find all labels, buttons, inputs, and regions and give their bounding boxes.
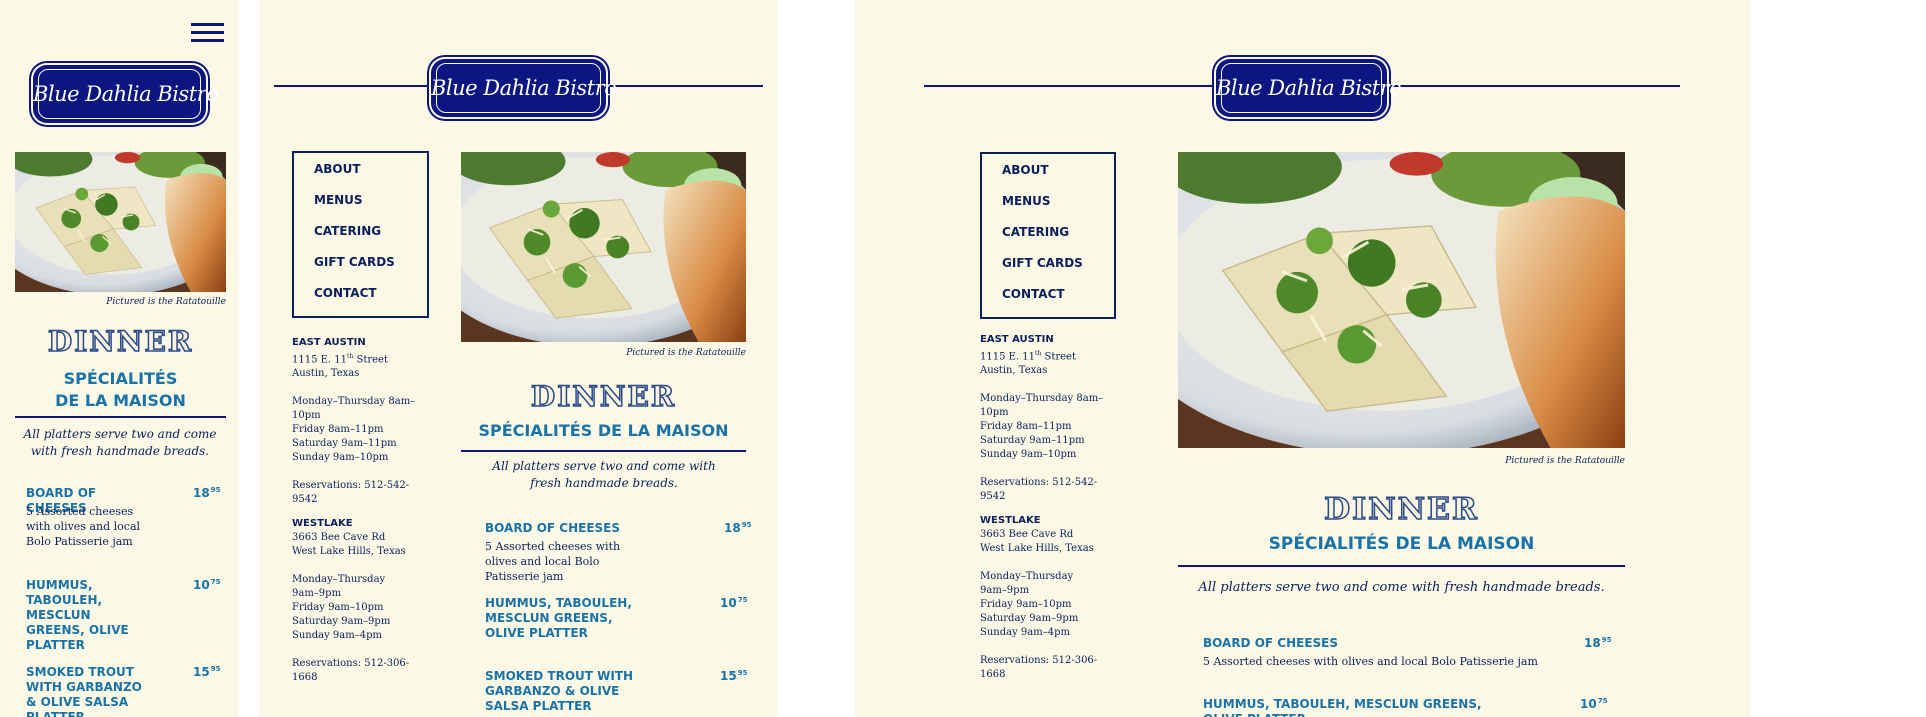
dish-photo [15, 152, 226, 292]
menu-item-price: 1595 [720, 669, 748, 683]
hours-line: Saturday 9am–11pm [980, 435, 1085, 447]
location-city: Austin, Texas [292, 368, 360, 380]
brand-logo[interactable]: Blue Dahlia Bistro [431, 59, 617, 117]
nav-gift-cards[interactable]: GIFT CARDS [1002, 256, 1114, 287]
dish-photo [461, 152, 746, 342]
menu-item-price: 1075 [1580, 697, 1608, 711]
divider [461, 450, 746, 452]
nav-gift-cards[interactable]: GIFT CARDS [314, 255, 427, 286]
menu-item-name: HUMMUS, TABOULEH, MESCLUN GREENS, OLIVE … [485, 596, 632, 640]
menu-item-desc: 5 Assorted cheeses with olives and local… [1203, 655, 1538, 668]
menu-item-price: 1595 [193, 665, 221, 679]
location-info: EAST AUSTIN 1115 E. 11th Street Austin, … [980, 333, 1120, 682]
photo-caption: Pictured is the Ratatouille [106, 297, 226, 307]
reservations: Reservations: 512-306-1668 [980, 655, 1098, 681]
menu-heading: DINNER [1323, 491, 1479, 528]
hours-line: 9am–9pm [980, 585, 1030, 597]
nav-catering[interactable]: CATERING [314, 224, 427, 255]
menu-item-desc: 5 Assorted cheeses with olives and local… [485, 540, 621, 583]
hamburger-menu-icon[interactable] [191, 23, 224, 45]
location-city: West Lake Hills, Texas [292, 546, 406, 558]
menu-item-price: 1075 [193, 578, 221, 592]
nav-about[interactable]: ABOUT [314, 162, 427, 193]
location-name: EAST AUSTIN [980, 334, 1054, 345]
hours-line: Monday–Thursday 8am–10pm [980, 393, 1104, 419]
location-city: West Lake Hills, Texas [980, 543, 1094, 555]
reservations: Reservations: 512-306-1668 [292, 658, 410, 684]
nav-catering[interactable]: CATERING [1002, 225, 1114, 256]
menu-item-price: 1895 [1584, 636, 1612, 650]
menu-item-price: 1895 [724, 521, 752, 535]
hours-line: Monday–Thursday 8am–10pm [292, 396, 416, 422]
menu-subheading: SPÉCIALITÉS DE LA MAISON [478, 421, 729, 440]
menu-item-price: 1075 [720, 596, 748, 610]
main-nav: ABOUT MENUS CATERING GIFT CARDS CONTACT [292, 151, 429, 318]
location-city: Austin, Texas [980, 365, 1048, 377]
hours-line: Friday 8am–11pm [292, 424, 384, 436]
main-nav: ABOUT MENUS CATERING GIFT CARDS CONTACT [980, 152, 1116, 319]
menu-note: All platters serve two and come with fre… [492, 459, 716, 490]
brand-logo[interactable]: Blue Dahlia Bistro [1216, 59, 1402, 117]
menu-item-desc: 5 Assorted cheeses with olives and local… [26, 505, 141, 548]
tablet-layout: Blue Dahlia Bistro ABOUT MENUS CATERING … [259, 0, 778, 717]
nav-contact[interactable]: CONTACT [1002, 287, 1114, 318]
hours-line: Sunday 9am–10pm [292, 452, 389, 464]
brand-name: Blue Dahlia Bistro [1216, 76, 1402, 100]
menu-item-name: SMOKED TROUT WITH GARBANZO & OLIVE SALSA… [26, 665, 142, 717]
hours-line: Saturday 9am–9pm [292, 616, 391, 628]
menu-item-price: 1895 [193, 486, 221, 500]
menu-subheading: SPÉCIALITÉS DE LA MAISON [55, 369, 186, 410]
location-name: WESTLAKE [980, 515, 1041, 527]
menu-item-name: BOARD OF CHEESES [485, 521, 620, 535]
brand-name: Blue Dahlia Bistro [431, 76, 617, 100]
location-street: 3663 Bee Cave Rd [980, 529, 1074, 541]
hours-line: Friday 9am–10pm [292, 602, 384, 614]
menu-note: All platters serve two and come with fre… [23, 427, 217, 458]
hours-line: 9am–9pm [292, 588, 342, 600]
divider [1178, 565, 1625, 567]
location-info: EAST AUSTIN 1115 E. 11th Street Austin, … [292, 336, 432, 685]
menu-heading: DINNER [530, 379, 677, 414]
menu-item-name: SMOKED TROUT WITH GARBANZO & OLIVE SALSA… [485, 669, 634, 713]
nav-about[interactable]: ABOUT [1002, 163, 1114, 194]
hours-line: Saturday 9am–11pm [292, 438, 397, 450]
menu-item-name: BOARD OF CHEESES [1203, 636, 1338, 650]
mobile-layout: Blue Dahlia Bistro Pictured is the Ratat… [0, 0, 239, 717]
brand-name: Blue Dahlia Bistro [33, 82, 219, 106]
hours-line: Saturday 9am–9pm [980, 613, 1079, 625]
nav-menus[interactable]: MENUS [1002, 194, 1114, 225]
brand-logo[interactable]: Blue Dahlia Bistro [33, 65, 219, 123]
location-name: EAST AUSTIN [292, 337, 366, 348]
hours-line: Monday–Thursday [292, 574, 386, 586]
menu-item-name: HUMMUS, TABOULEH, MESCLUN GREENS, OLIVE … [1203, 697, 1482, 717]
photo-caption: Pictured is the Ratatouille [626, 348, 746, 358]
location-street: 1115 E. 11th Street [980, 350, 1076, 363]
menu-note: All platters serve two and come with fre… [1198, 580, 1605, 595]
reservations: Reservations: 512-542-9542 [292, 480, 410, 506]
hours-line: Friday 8am–11pm [980, 421, 1072, 433]
location-name: WESTLAKE [292, 518, 353, 530]
location-street: 3663 Bee Cave Rd [292, 532, 386, 544]
hours-line: Monday–Thursday [980, 571, 1074, 583]
photo-caption: Pictured is the Ratatouille [1505, 456, 1625, 466]
nav-contact[interactable]: CONTACT [314, 286, 427, 317]
menu-heading: DINNER [47, 324, 194, 359]
menu-item-name: HUMMUS, TABOULEH, MESCLUN GREENS, OLIVE … [26, 578, 129, 652]
hours-line: Sunday 9am–4pm [292, 630, 382, 642]
menu-subheading: SPÉCIALITÉS DE LA MAISON [1268, 534, 1535, 554]
hours-line: Sunday 9am–4pm [980, 627, 1070, 639]
desktop-layout: Blue Dahlia Bistro ABOUT MENUS CATERING … [855, 0, 1750, 717]
hours-line: Sunday 9am–10pm [980, 449, 1077, 461]
location-street: 1115 E. 11th Street [292, 353, 388, 366]
nav-menus[interactable]: MENUS [314, 193, 427, 224]
divider [15, 416, 226, 418]
reservations: Reservations: 512-542-9542 [980, 477, 1098, 503]
hours-line: Friday 9am–10pm [980, 599, 1072, 611]
dish-photo [1178, 152, 1625, 448]
